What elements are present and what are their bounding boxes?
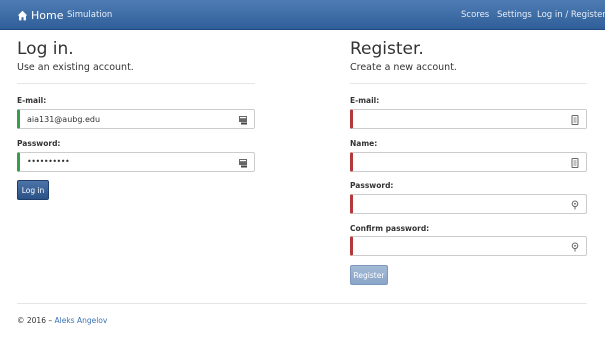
home-link[interactable]: Home [17,7,63,23]
key-icon [571,200,579,210]
register-button[interactable]: Register [350,265,388,285]
navbar: Home Simulation Scores Settings Log in /… [0,0,605,30]
login-email-input[interactable]: aia131@aubg.edu [17,109,255,129]
home-label: Home [31,8,64,22]
footer: © 2016 – Aleks Angelov [17,316,107,325]
register-divider [350,83,587,84]
register-email-label: E-mail: [350,96,380,105]
register-subtitle: Create a new account. [350,62,457,73]
login-email-label: E-mail: [17,96,47,105]
nav-simulation[interactable]: Simulation [67,10,112,20]
login-title: Log in. [17,39,74,59]
register-title: Register. [350,39,424,59]
autofill-icon [239,116,247,125]
nav-login-register[interactable]: Log in / Register [537,10,605,20]
nav-scores[interactable]: Scores [461,10,489,20]
nav-settings[interactable]: Settings [497,10,532,20]
register-name-input[interactable] [350,152,587,172]
footer-copyright: © 2016 – [17,316,53,325]
login-divider [17,83,255,84]
register-password-input[interactable] [350,194,587,214]
login-subtitle: Use an existing account. [17,62,134,73]
contact-card-icon [571,158,579,168]
login-password-value: •••••••••• [27,157,70,166]
register-name-label: Name: [350,139,378,148]
footer-author-link[interactable]: Aleks Angelov [55,316,108,325]
register-confirm-label: Confirm password: [350,224,430,233]
login-email-value: aia131@aubg.edu [27,115,101,124]
key-icon [571,242,579,252]
login-password-input[interactable]: •••••••••• [17,152,255,172]
contact-card-icon [571,115,579,125]
login-button[interactable]: Log in [17,180,49,200]
register-confirm-input[interactable] [350,236,587,256]
footer-divider [17,303,587,304]
register-password-label: Password: [350,181,394,190]
autofill-icon [239,159,247,168]
register-email-input[interactable] [350,109,587,129]
login-password-label: Password: [17,139,61,148]
home-icon [17,10,28,20]
